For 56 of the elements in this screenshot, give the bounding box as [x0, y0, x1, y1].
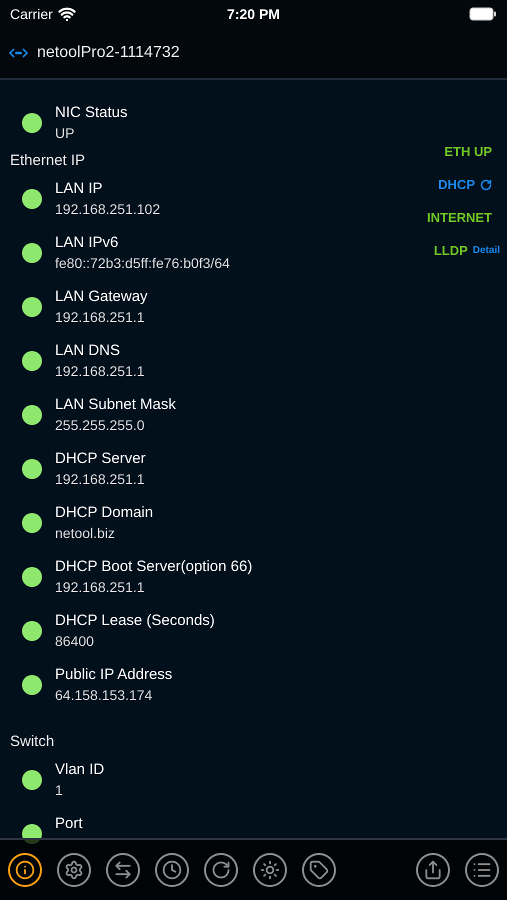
share-button[interactable] [416, 853, 450, 887]
item-value: 192.168.251.1 [55, 578, 146, 597]
status-indicator: ETH UP [444, 142, 492, 161]
light-button[interactable] [253, 853, 287, 887]
tag-icon [309, 860, 329, 880]
item-title: DHCP Server [55, 449, 146, 469]
status-time: 7:20 PM [227, 4, 280, 24]
carrier-label: Carrier [10, 4, 53, 24]
item-value: UP [55, 124, 76, 143]
item-title: LAN IPv6 [55, 233, 120, 253]
share-icon [423, 860, 443, 880]
item-title: Public IP Address [55, 665, 172, 685]
battery-icon [469, 7, 497, 21]
refresh-icon [211, 860, 231, 880]
item-value: 64.158.153.174 [55, 686, 154, 705]
item-value: netool.biz [55, 524, 116, 543]
item-value: 1 [55, 781, 64, 800]
item-value: 192.168.251.1 [55, 470, 146, 489]
item-title: Vlan ID [55, 760, 104, 780]
info-button[interactable] [8, 853, 42, 887]
item-value: 86400 [55, 632, 95, 651]
item-title: DHCP Lease (Seconds) [55, 611, 215, 631]
detail-link[interactable]: Detail [472, 243, 500, 258]
item-title: Port [55, 814, 83, 834]
item-value: 192.168.251.1 [55, 308, 146, 327]
section-header: Switch [10, 732, 54, 752]
arrows-icon [113, 860, 133, 880]
section-header: Ethernet IP [10, 150, 86, 171]
item-title: LAN DNS [55, 341, 122, 361]
info-icon [15, 860, 35, 880]
sun-icon [260, 860, 280, 880]
item-value: fe80::72b3:d5ff:fe76:b0f3/64 [55, 254, 230, 273]
settings-icon [64, 860, 84, 880]
clock-button[interactable] [155, 853, 189, 887]
status-indicator: INTERNET [427, 208, 492, 227]
refresh-button[interactable] [204, 853, 238, 887]
item-value: 255.255.255.0 [55, 416, 146, 435]
refresh-icon[interactable] [480, 178, 492, 190]
item-title: DHCP Boot Server(option 66) [55, 557, 252, 577]
item-title: NIC Status [55, 103, 128, 123]
swap-button[interactable] [106, 853, 140, 887]
item-title: LAN Subnet Mask [55, 395, 176, 415]
status-indicator: LLDP [434, 242, 468, 260]
item-title: DHCP Domain [55, 503, 154, 523]
item-value: 192.168.251.1 [55, 362, 145, 381]
list-button[interactable] [465, 853, 499, 887]
item-title: LAN IP [55, 179, 104, 199]
item-title: LAN Gateway [55, 287, 148, 307]
wifi-icon [58, 5, 76, 23]
clock-icon [162, 860, 182, 880]
device-title: netoolPro2-1114732 [37, 43, 180, 63]
code-icon[interactable] [9, 47, 28, 59]
tag-button[interactable] [302, 853, 336, 887]
item-value: 192.168.251.102 [55, 200, 160, 219]
settings-button[interactable] [57, 853, 91, 887]
status-indicator: DHCP [438, 176, 475, 194]
